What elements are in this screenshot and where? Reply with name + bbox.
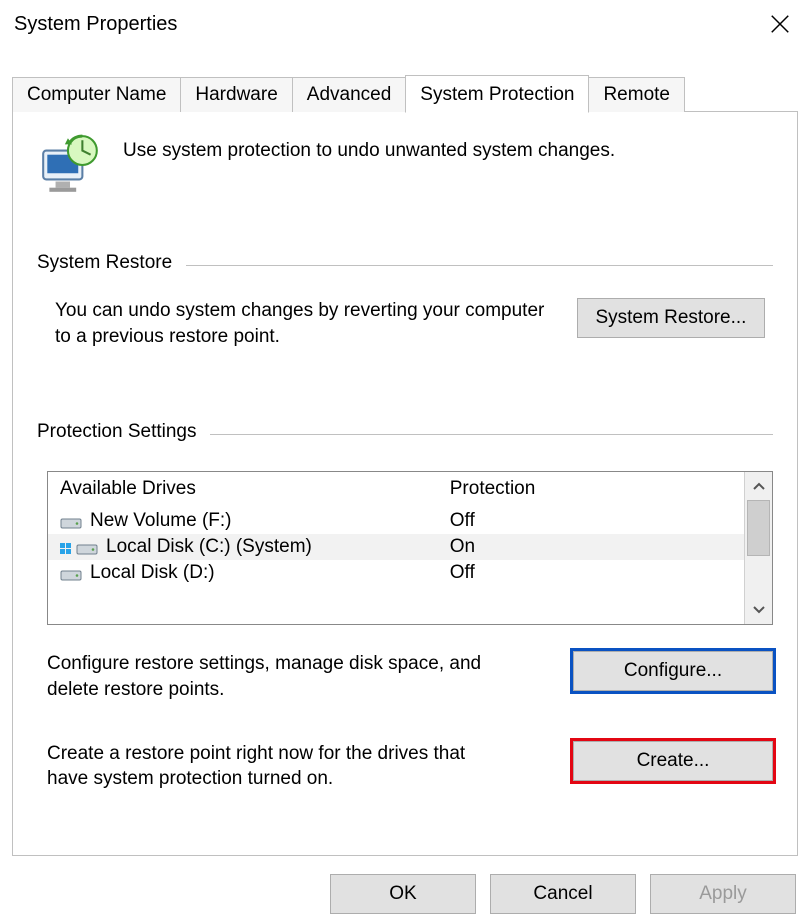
intro-text: Use system protection to undo unwanted s…	[123, 136, 615, 162]
drive-row[interactable]: Local Disk (C:) (System) On	[48, 534, 744, 560]
system-protection-icon	[37, 132, 103, 198]
hdd-icon	[76, 540, 98, 554]
group-title-system-restore: System Restore	[37, 252, 172, 274]
system-restore-button[interactable]: System Restore...	[577, 298, 765, 338]
group-system-restore: System Restore You can undo system chang…	[37, 252, 773, 349]
tabstrip: Computer Name Hardware Advanced System P…	[0, 72, 810, 112]
divider	[210, 434, 773, 435]
chevron-up-icon	[753, 482, 765, 490]
drive-row[interactable]: Local Disk (D:) Off	[48, 560, 744, 586]
scroll-up-button[interactable]	[745, 472, 772, 500]
scroll-thumb[interactable]	[747, 500, 770, 556]
group-header-protection-settings: Protection Settings	[37, 421, 773, 443]
create-description: Create a restore point right now for the…	[47, 741, 507, 792]
tab-page-system-protection: Use system protection to undo unwanted s…	[12, 112, 798, 856]
tab-system-protection[interactable]: System Protection	[405, 75, 589, 113]
drive-list-header: Available Drives Protection	[48, 472, 744, 508]
drive-protection: On	[450, 536, 732, 558]
drive-protection: Off	[450, 562, 732, 584]
close-icon	[769, 13, 791, 35]
group-protection-settings: Protection Settings Available Drives Pro…	[37, 421, 773, 792]
intro-row: Use system protection to undo unwanted s…	[37, 136, 773, 198]
window-title: System Properties	[14, 13, 177, 36]
drive-row[interactable]: New Volume (F:) Off	[48, 508, 744, 534]
hdd-icon	[60, 566, 82, 580]
scrollbar[interactable]	[744, 472, 772, 624]
column-available-drives: Available Drives	[60, 478, 450, 500]
tab-computer-name[interactable]: Computer Name	[12, 77, 181, 112]
configure-row: Configure restore settings, manage disk …	[47, 651, 773, 702]
group-header-system-restore: System Restore	[37, 252, 773, 274]
tab-advanced[interactable]: Advanced	[292, 77, 407, 112]
ok-button[interactable]: OK	[330, 874, 476, 914]
scroll-track[interactable]	[745, 556, 772, 596]
drive-name: Local Disk (D:)	[90, 562, 215, 584]
hdd-icon	[60, 514, 82, 528]
chevron-down-icon	[753, 606, 765, 614]
close-button[interactable]	[758, 4, 802, 44]
drive-list[interactable]: Available Drives Protection New Volume (…	[48, 472, 744, 624]
drive-protection: Off	[450, 510, 732, 532]
divider	[186, 265, 773, 266]
tab-remote[interactable]: Remote	[588, 77, 685, 112]
dialog-button-row: OK Cancel Apply	[0, 862, 810, 914]
create-button[interactable]: Create...	[573, 741, 773, 781]
tab-hardware[interactable]: Hardware	[180, 77, 292, 112]
drive-name: New Volume (F:)	[90, 510, 231, 532]
drive-name: Local Disk (C:) (System)	[106, 536, 312, 558]
group-title-protection-settings: Protection Settings	[37, 421, 196, 443]
cancel-button[interactable]: Cancel	[490, 874, 636, 914]
create-row: Create a restore point right now for the…	[47, 741, 773, 792]
scroll-down-button[interactable]	[745, 596, 772, 624]
column-protection: Protection	[450, 478, 732, 500]
system-properties-window: System Properties Computer Name Hardware…	[0, 0, 810, 922]
titlebar: System Properties	[0, 0, 810, 48]
apply-button[interactable]: Apply	[650, 874, 796, 914]
configure-button[interactable]: Configure...	[573, 651, 773, 691]
configure-description: Configure restore settings, manage disk …	[47, 651, 507, 702]
windows-flag-icon	[60, 540, 72, 554]
drive-list-panel: Available Drives Protection New Volume (…	[47, 471, 773, 625]
system-restore-description: You can undo system changes by reverting…	[55, 298, 553, 349]
